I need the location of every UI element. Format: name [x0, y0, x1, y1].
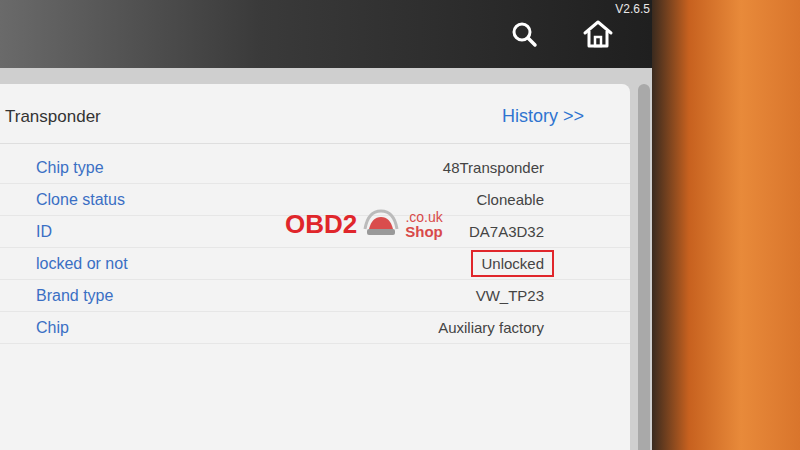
history-link[interactable]: History >>: [502, 106, 584, 127]
home-icon[interactable]: [582, 19, 614, 49]
row-label: locked or not: [36, 255, 128, 273]
row-label: Chip type: [36, 159, 104, 177]
row-label: ID: [36, 223, 52, 241]
watermark-brand: OBD2: [285, 209, 357, 240]
row-label: Brand type: [36, 287, 113, 305]
version-label: V2.6.5: [615, 2, 650, 16]
info-list: Chip type 48Transponder Clone status Clon…: [0, 144, 630, 344]
watermark-shop: .co.uk Shop: [405, 210, 443, 239]
row-value: Unlocked: [471, 250, 554, 277]
card-title: Transponder: [5, 107, 101, 127]
row-value: DA7A3D32: [459, 218, 554, 245]
car-logo-icon: [361, 207, 401, 241]
info-row: locked or not Unlocked: [0, 248, 630, 280]
device-photo: V2.6.5 Transponder History >> Chip type …: [0, 0, 800, 450]
info-row: Chip Auxiliary factory: [0, 312, 630, 344]
row-value: Auxiliary factory: [428, 314, 554, 341]
search-icon[interactable]: [510, 20, 538, 48]
row-label: Clone status: [36, 191, 125, 209]
info-row: Chip type 48Transponder: [0, 152, 630, 184]
content-area: Transponder History >> Chip type 48Trans…: [0, 68, 652, 450]
row-label: Chip: [36, 319, 69, 337]
info-row: Brand type VW_TP23: [0, 280, 630, 312]
card-header: Transponder History >>: [0, 84, 630, 144]
row-value: VW_TP23: [466, 282, 554, 309]
screen: V2.6.5 Transponder History >> Chip type …: [0, 0, 652, 450]
row-value: Cloneable: [466, 186, 554, 213]
scrollbar[interactable]: [638, 84, 650, 450]
watermark: OBD2 .co.uk Shop: [285, 207, 443, 241]
device-casing: [652, 0, 800, 450]
top-bar: V2.6.5: [0, 0, 652, 68]
transponder-card: Transponder History >> Chip type 48Trans…: [0, 84, 630, 450]
row-value: 48Transponder: [433, 154, 554, 181]
